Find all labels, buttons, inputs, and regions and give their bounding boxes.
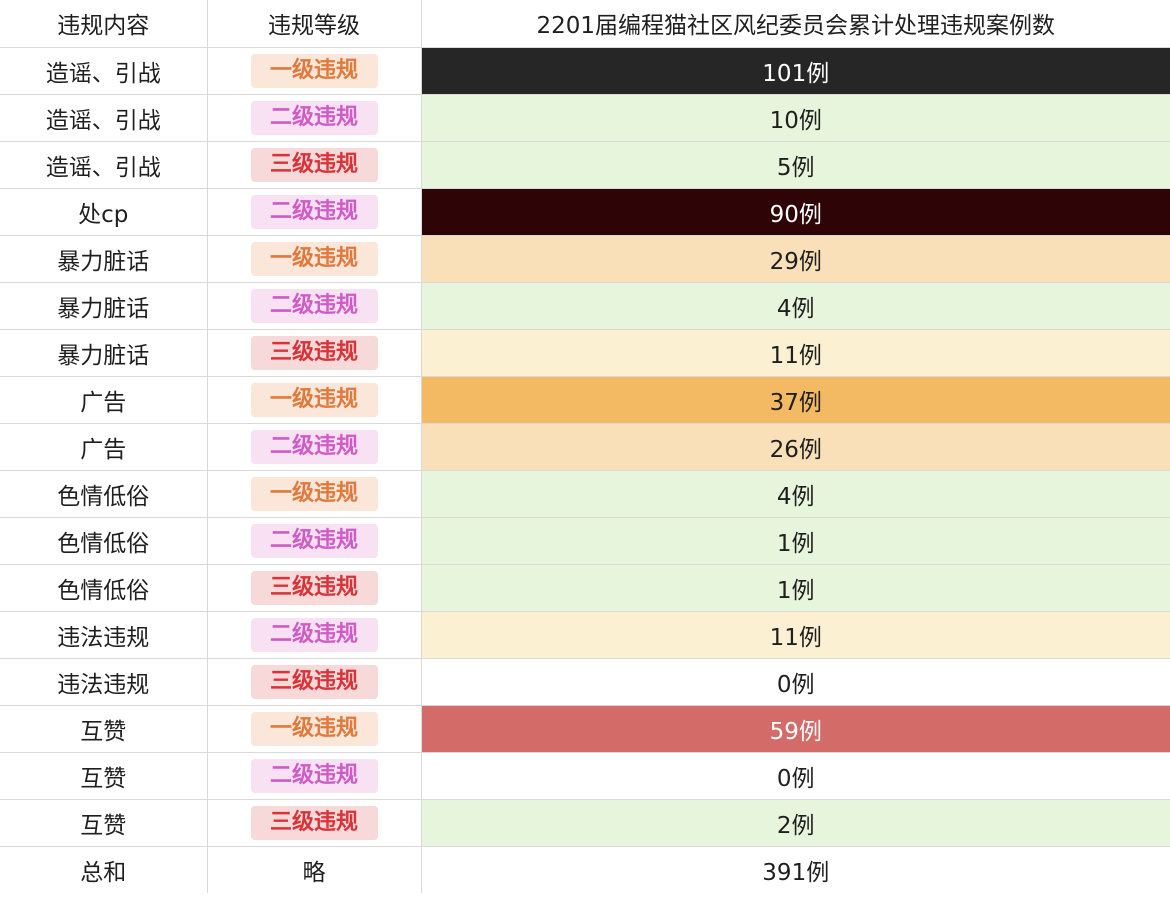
level-badge: 二级违规 — [250, 100, 378, 135]
total-row: 总和略 391例 — [0, 846, 1170, 893]
violation-level-cell: 二级违规 — [207, 517, 422, 565]
violation-content-cell: 违法违规 — [0, 611, 208, 659]
case-count-cell: 4例 — [421, 470, 1170, 518]
table-row: 色情低俗 二级违规 1例 — [0, 517, 1170, 565]
violation-level-cell: 二级违规 — [207, 752, 422, 800]
total-count-cell: 391例 — [762, 859, 830, 886]
case-count-cell: 0例 — [421, 658, 1170, 706]
case-count-cell: 26例 — [421, 423, 1170, 471]
table-row: 互赞 三级违规 2例 — [0, 799, 1170, 847]
level-badge: 二级违规 — [250, 194, 378, 229]
violation-level-cell: 三级违规 — [207, 799, 422, 847]
violation-content-cell: 色情低俗 — [0, 564, 208, 612]
case-count-cell: 11例 — [421, 611, 1170, 659]
table-row: 造谣、引战 一级违规 101例 — [0, 47, 1170, 95]
case-count-cell: 5例 — [421, 141, 1170, 189]
case-count-cell: 0例 — [421, 752, 1170, 800]
case-count-cell: 4例 — [421, 282, 1170, 330]
violation-content-cell: 色情低俗 — [0, 517, 208, 565]
violation-content-cell: 造谣、引战 — [0, 47, 208, 95]
violation-level-cell: 一级违规 — [207, 705, 422, 753]
table-row: 色情低俗 一级违规 4例 — [0, 470, 1170, 518]
case-count-cell: 29例 — [421, 235, 1170, 283]
level-badge: 三级违规 — [250, 570, 378, 605]
violation-table: 违规内容 违规等级 2201届编程猫社区风纪委员会累计处理违规案例数 造谣、引战… — [0, 0, 1170, 893]
case-count-cell: 59例 — [421, 705, 1170, 753]
violation-content-cell: 暴力脏话 — [0, 235, 208, 283]
header-row: 违规内容 违规等级 2201届编程猫社区风纪委员会累计处理违规案例数 — [0, 0, 1170, 48]
table-row: 处cp 二级违规 90例 — [0, 188, 1170, 236]
level-badge: 三级违规 — [250, 664, 378, 699]
level-badge: 二级违规 — [250, 288, 378, 323]
level-badge: 一级违规 — [250, 711, 378, 746]
violation-level-cell: 一级违规 — [207, 470, 422, 518]
table-row: 广告 二级违规 26例 — [0, 423, 1170, 471]
level-badge: 二级违规 — [250, 429, 378, 464]
level-badge: 三级违规 — [250, 335, 378, 370]
violation-content-cell: 暴力脏话 — [0, 282, 208, 330]
violation-level-cell: 二级违规 — [207, 282, 422, 330]
level-badge: 一级违规 — [250, 476, 378, 511]
case-count-cell: 10例 — [421, 94, 1170, 142]
violation-level-cell: 一级违规 — [207, 235, 422, 283]
header-violation-content[interactable]: 违规内容 — [0, 0, 208, 48]
level-badge: 二级违规 — [250, 617, 378, 652]
total-level-cell: 略 — [207, 846, 422, 893]
violation-content-cell: 暴力脏话 — [0, 329, 208, 377]
table-row: 暴力脏话 三级违规 11例 — [0, 329, 1170, 377]
violation-level-cell: 三级违规 — [207, 141, 422, 189]
case-count-cell: 101例 — [421, 47, 1170, 95]
level-badge: 二级违规 — [250, 523, 378, 558]
case-count-cell: 1例 — [421, 564, 1170, 612]
violation-level-cell: 一级违规 — [207, 47, 422, 95]
table-row: 违法违规 三级违规 0例 — [0, 658, 1170, 706]
violation-content-cell: 造谣、引战 — [0, 94, 208, 142]
case-count-cell: 11例 — [421, 329, 1170, 377]
violation-level-cell: 三级违规 — [207, 564, 422, 612]
level-badge: 一级违规 — [250, 382, 378, 417]
violation-level-cell: 二级违规 — [207, 423, 422, 471]
case-count-cell: 2例 — [421, 799, 1170, 847]
header-case-count[interactable]: 2201届编程猫社区风纪委员会累计处理违规案例数 — [421, 0, 1170, 48]
violation-level-cell: 三级违规 — [207, 329, 422, 377]
header-violation-level[interactable]: 违规等级 — [207, 0, 422, 48]
level-badge: 三级违规 — [250, 805, 378, 840]
table-row: 暴力脏话 二级违规 4例 — [0, 282, 1170, 330]
violation-content-cell: 互赞 — [0, 705, 208, 753]
violation-content-cell: 互赞 — [0, 752, 208, 800]
case-count-cell: 37例 — [421, 376, 1170, 424]
table-row: 互赞 二级违规 0例 — [0, 752, 1170, 800]
violation-level-cell: 一级违规 — [207, 376, 422, 424]
table-body: 造谣、引战 一级违规 101例 造谣、引战 二级违规 10例 造谣、引战 三级违规 5例 处cp 二… — [0, 47, 1170, 893]
level-badge: 二级违规 — [250, 758, 378, 793]
violation-content-cell: 造谣、引战 — [0, 141, 208, 189]
table-row: 色情低俗 三级违规 1例 — [0, 564, 1170, 612]
table-row: 造谣、引战 三级违规 5例 — [0, 141, 1170, 189]
level-badge: 三级违规 — [250, 147, 378, 182]
case-count-cell: 1例 — [421, 517, 1170, 565]
table-row: 互赞 一级违规 59例 — [0, 705, 1170, 753]
table-row: 广告 一级违规 37例 — [0, 376, 1170, 424]
violation-level-cell: 二级违规 — [207, 188, 422, 236]
table-row: 暴力脏话 一级违规 29例 — [0, 235, 1170, 283]
violation-content-cell: 处cp — [0, 188, 208, 236]
violation-level-cell: 二级违规 — [207, 611, 422, 659]
table-header: 违规内容 违规等级 2201届编程猫社区风纪委员会累计处理违规案例数 — [0, 0, 1170, 48]
table-row: 违法违规 二级违规 11例 — [0, 611, 1170, 659]
case-count-cell: 90例 — [421, 188, 1170, 236]
total-label-cell: 总和 — [0, 846, 208, 893]
level-badge: 一级违规 — [250, 241, 378, 276]
violation-level-cell: 三级违规 — [207, 658, 422, 706]
violation-content-cell: 广告 — [0, 423, 208, 471]
table-row: 造谣、引战 二级违规 10例 — [0, 94, 1170, 142]
level-badge: 一级违规 — [250, 53, 378, 88]
violation-level-cell: 二级违规 — [207, 94, 422, 142]
violation-content-cell: 色情低俗 — [0, 470, 208, 518]
violation-content-cell: 互赞 — [0, 799, 208, 847]
violation-content-cell: 违法违规 — [0, 658, 208, 706]
violation-content-cell: 广告 — [0, 376, 208, 424]
